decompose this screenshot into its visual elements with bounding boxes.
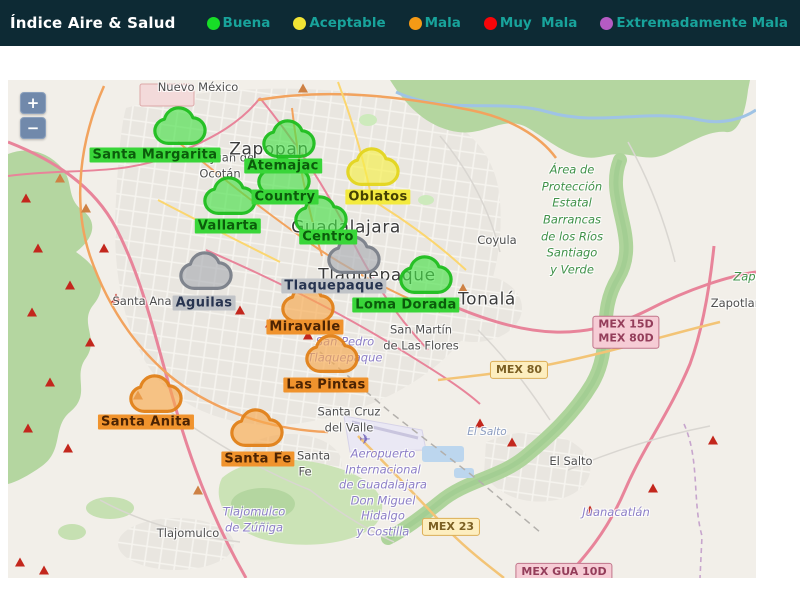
- peak-icon: [298, 84, 308, 93]
- legend-dot-icon: [409, 17, 422, 30]
- peak-icon: [27, 308, 37, 317]
- peak-icon: [15, 558, 25, 567]
- peak-icon: [99, 244, 109, 253]
- station-cloud-icon-santa-fe[interactable]: [228, 408, 292, 453]
- station-cloud-icon-santa-anita[interactable]: [127, 374, 191, 419]
- station-label-oblatos[interactable]: Oblatos: [345, 190, 410, 205]
- zoom-in-button[interactable]: +: [20, 92, 46, 114]
- station-label-santa-margarita[interactable]: Santa Margarita: [90, 148, 221, 163]
- legend: Buena Aceptable Mala Muy Mala Extremadamente…: [207, 15, 788, 31]
- station-label-atemajac[interactable]: Atemajac: [244, 159, 322, 174]
- zoom-control: + −: [20, 92, 46, 139]
- station-label-vallarta[interactable]: Vallarta: [195, 219, 261, 234]
- station-label-centro[interactable]: Centro: [299, 230, 357, 245]
- place-label-santa-cruz: Santa Cruzdel Valle: [318, 404, 381, 435]
- station-label-loma-dorada[interactable]: Loma Dorada: [352, 298, 459, 313]
- app-title: Índice Aire & Salud: [10, 14, 176, 32]
- map-canvas[interactable]: Nuevo MéxicoSan Juan deOcotánZapopanGuad…: [8, 80, 756, 578]
- station-label-country[interactable]: Country: [252, 190, 319, 205]
- station-cloud-icon-aguilas[interactable]: [177, 251, 241, 296]
- peak-icon: [33, 244, 43, 253]
- place-label-santa-ana: Santa Ana: [112, 294, 171, 310]
- peak-icon: [23, 424, 33, 433]
- place-label-el-salto: El Salto: [467, 425, 506, 439]
- highway-shield-mex-15d-mex-80d: MEX 15D MEX 80D: [592, 316, 659, 349]
- place-label-zapo: Zapo: [733, 269, 756, 286]
- peak-icon: [81, 204, 91, 213]
- legend-item-aceptable: Aceptable: [293, 15, 385, 31]
- legend-dot-icon: [293, 17, 306, 30]
- legend-label: Muy Mala: [500, 15, 578, 31]
- legend-label: Aceptable: [309, 15, 385, 31]
- peak-icon: [21, 194, 31, 203]
- peak-icon: [708, 436, 718, 445]
- legend-dot-icon: [600, 17, 613, 30]
- app-header: Índice Aire & Salud Buena Aceptable Mala Mu…: [0, 0, 800, 46]
- peak-icon: [235, 306, 245, 315]
- highway-shield-mex-80: MEX 80: [490, 361, 548, 379]
- peak-icon: [507, 438, 517, 447]
- place-label-tlajomulco: Tlajomulcode Zúñiga: [223, 504, 286, 535]
- zoom-out-button[interactable]: −: [20, 117, 46, 139]
- station-cloud-icon-oblatos[interactable]: [344, 147, 408, 192]
- station-label-aguilas[interactable]: Aguilas: [173, 296, 236, 311]
- legend-label: Extremadamente Mala: [616, 15, 788, 31]
- highway-shield-mex-gua-10d: MEX GUA 10D: [515, 563, 612, 578]
- place-label-juanacatlan: Juanacatlán: [582, 505, 649, 521]
- legend-dot-icon: [207, 17, 220, 30]
- station-label-santa-anita[interactable]: Santa Anita: [98, 415, 194, 430]
- legend-item-buena: Buena: [207, 15, 271, 31]
- place-label-nuevo-mexico: Nuevo México: [158, 80, 239, 96]
- peak-icon: [648, 484, 658, 493]
- legend-label: Mala: [425, 15, 461, 31]
- place-label-tlajomulco: Tlajomulco: [157, 526, 220, 542]
- station-cloud-icon-santa-margarita[interactable]: [151, 106, 215, 151]
- station-cloud-icon-loma-dorada[interactable]: [397, 255, 461, 300]
- peak-icon: [45, 378, 55, 387]
- place-label-tonala: Tonalá: [458, 289, 516, 312]
- peak-icon: [39, 566, 49, 575]
- peak-icon: [193, 486, 203, 495]
- place-label-aeropuerto: AeropuertoInternacionalde GuadalajaraDon…: [339, 446, 427, 539]
- station-cloud-icon-las-pintas[interactable]: [303, 334, 367, 379]
- place-label-coyula: Coyula: [477, 233, 516, 249]
- peak-icon: [55, 174, 65, 183]
- station-label-miravalle[interactable]: Miravalle: [266, 320, 343, 335]
- legend-dot-icon: [484, 17, 497, 30]
- peak-icon: [85, 338, 95, 347]
- legend-item-muy-mala: Muy Mala: [484, 15, 578, 31]
- legend-item-mala: Mala: [409, 15, 461, 31]
- place-label-san-martin: San Martínde Las Flores: [383, 322, 459, 353]
- legend-item-extremadamente-mala: Extremadamente Mala: [600, 15, 788, 31]
- station-label-santa-fe[interactable]: Santa Fe: [221, 452, 294, 467]
- place-label-zapotlanejo: Zapotlanejo: [711, 296, 756, 312]
- place-label-el-salto: El Salto: [549, 454, 592, 470]
- peak-icon: [63, 444, 73, 453]
- airplane-icon: ✈: [359, 432, 371, 448]
- highway-shield-mex-23: MEX 23: [422, 518, 480, 536]
- station-label-tlaquepaque[interactable]: Tlaquepaque: [281, 279, 386, 294]
- place-label-area-de: Área deProtecciónEstatalBarrancasde los …: [541, 162, 603, 279]
- station-label-las-pintas[interactable]: Las Pintas: [283, 378, 368, 393]
- peak-icon: [65, 281, 75, 290]
- legend-label: Buena: [223, 15, 271, 31]
